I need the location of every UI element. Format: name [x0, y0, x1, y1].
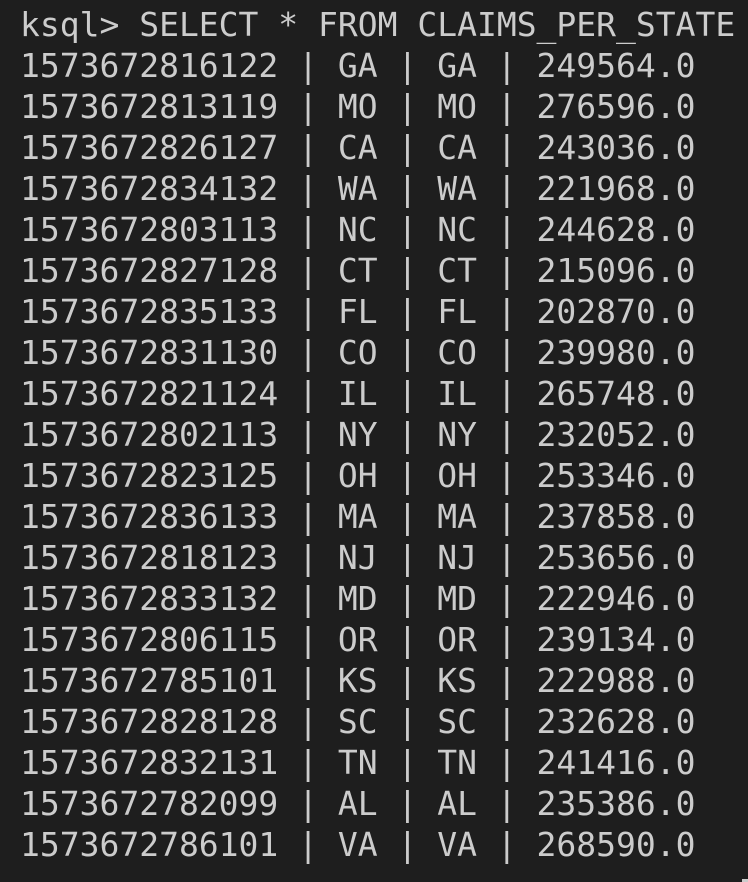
result-row: 1573672806115 | OR | OR | 239134.0 — [20, 620, 696, 659]
result-row: 1573672828128 | SC | SC | 232628.0 — [20, 702, 696, 741]
result-row: 1573672836133 | MA | MA | 237858.0 — [20, 497, 696, 536]
result-row: 1573672827128 | CT | CT | 215096.0 — [20, 251, 696, 290]
result-row: 1573672835133 | FL | FL | 202870.0 — [20, 292, 696, 331]
result-row: 1573672818123 | NJ | NJ | 253656.0 — [20, 538, 696, 577]
result-row: 1573672833132 | MD | MD | 222946.0 — [20, 579, 696, 618]
result-row: 1573672786101 | VA | VA | 268590.0 — [20, 825, 696, 864]
result-row: 1573672782099 | AL | AL | 235386.0 — [20, 784, 696, 823]
result-row: 1573672802113 | NY | NY | 232052.0 — [20, 415, 696, 454]
terminal-window[interactable]: ksql> SELECT * FROM CLAIMS_PER_STATE 157… — [0, 0, 748, 882]
result-row: 1573672826127 | CA | CA | 243036.0 — [20, 128, 696, 167]
result-row: 1573672803113 | NC | NC | 244628.0 — [20, 210, 696, 249]
result-row: 1573672832131 | TN | TN | 241416.0 — [20, 743, 696, 782]
result-row: 1573672813119 | MO | MO | 276596.0 — [20, 87, 696, 126]
result-row: 1573672821124 | IL | IL | 265748.0 — [20, 374, 696, 413]
result-row: 1573672834132 | WA | WA | 221968.0 — [20, 169, 696, 208]
result-row: 1573672816122 | GA | GA | 249564.0 — [20, 46, 696, 85]
result-row: 1573672785101 | KS | KS | 222988.0 — [20, 661, 696, 700]
result-row: 1573672823125 | OH | OH | 253346.0 — [20, 456, 696, 495]
ksql-prompt-line: ksql> SELECT * FROM CLAIMS_PER_STATE — [20, 5, 736, 44]
result-row: 1573672831130 | CO | CO | 239980.0 — [20, 333, 696, 372]
